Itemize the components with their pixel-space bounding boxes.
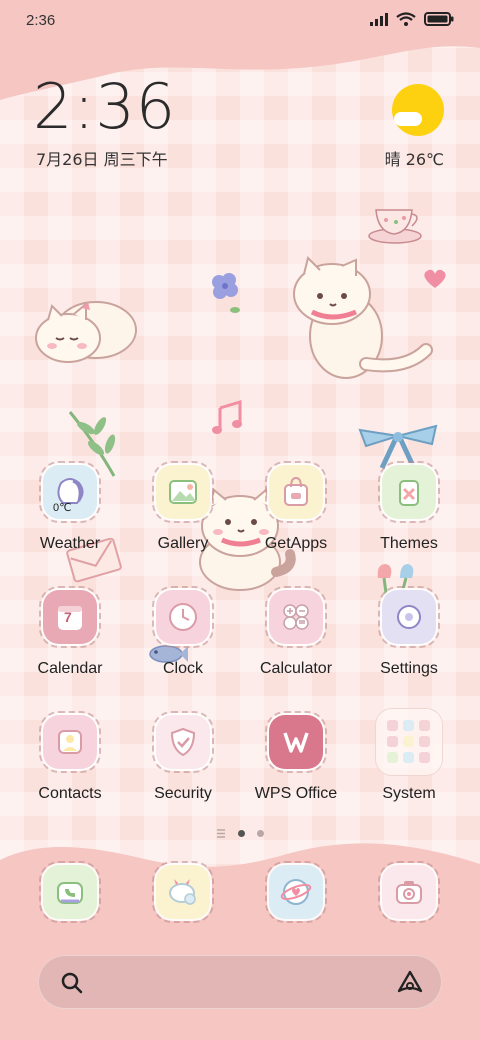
app-label-wps-office: WPS Office — [254, 785, 338, 802]
weather-widget[interactable]: 晴 26℃ — [384, 82, 444, 169]
cloud-icon — [394, 112, 422, 126]
clock-app-icon[interactable] — [152, 586, 214, 648]
status-icons — [370, 12, 454, 26]
shopping-bag-icon — [284, 476, 308, 506]
app-themes[interactable]: Themes — [354, 461, 464, 575]
getapps-app-icon[interactable] — [265, 461, 327, 523]
shield-icon — [170, 727, 196, 757]
clock-widget-date[interactable]: 7月26日 周三下午 — [36, 146, 168, 170]
teacup-decoration — [368, 209, 422, 244]
app-gallery[interactable]: Gallery — [128, 461, 238, 575]
app-calculator[interactable]: Calculator — [241, 586, 351, 700]
themes-app-icon[interactable] — [378, 461, 440, 523]
app-settings[interactable]: Settings — [354, 586, 464, 700]
status-bar: 2:36 — [0, 0, 480, 42]
security-app-icon[interactable] — [152, 711, 214, 773]
app-security[interactable]: Security — [128, 711, 238, 825]
wps-logo-icon — [283, 732, 309, 753]
music-note-decoration — [212, 400, 242, 434]
page-dot-2[interactable] — [257, 830, 264, 837]
sun-icon — [392, 84, 444, 136]
calculator-app-icon[interactable] — [265, 586, 327, 648]
clock-icon — [169, 603, 197, 631]
flower-decoration — [212, 273, 240, 313]
system-folder-icon[interactable] — [376, 709, 442, 775]
app-label-settings: Settings — [380, 660, 438, 677]
battery-icon — [424, 12, 454, 26]
app-label-getapps: GetApps — [264, 535, 328, 552]
calculator-icon — [283, 604, 309, 630]
wifi-icon — [396, 12, 416, 26]
app-system-folder[interactable]: System — [354, 709, 464, 825]
assistant-icon[interactable] — [396, 969, 424, 995]
app-label-system: System — [382, 785, 436, 802]
weather-app-temp-badge: 0℃ — [53, 502, 72, 514]
status-time: 2:36 — [26, 12, 56, 29]
calendar-app-icon[interactable]: 7 — [39, 586, 101, 648]
app-label-weather: Weather — [39, 535, 101, 552]
app-label-clock: Clock — [162, 660, 203, 677]
weather-app-icon[interactable]: 0℃ — [39, 461, 101, 523]
signal-icon — [370, 12, 388, 26]
app-label-contacts: Contacts — [38, 785, 102, 802]
app-wps-office[interactable]: WPS Office — [241, 711, 351, 825]
app-label-gallery: Gallery — [157, 535, 209, 552]
globe-icon — [280, 879, 312, 905]
calendar-day-badge: 7 — [64, 609, 72, 625]
chat-bubble-icon — [169, 879, 196, 905]
app-getapps[interactable]: GetApps — [241, 461, 351, 575]
search-bar[interactable] — [38, 955, 442, 1009]
gallery-app-icon[interactable] — [152, 461, 214, 523]
browser-app-icon[interactable] — [265, 861, 327, 923]
clock-widget-time[interactable]: 2:36 — [33, 76, 176, 138]
menu-lines-icon[interactable] — [216, 829, 226, 838]
contacts-app-icon[interactable] — [39, 711, 101, 773]
ribbon-bow-decoration — [358, 424, 438, 470]
weather-condition-temp: 晴 26℃ — [384, 150, 444, 169]
camera-icon — [396, 881, 422, 904]
page-dot-1[interactable] — [238, 830, 245, 837]
brush-icon — [399, 480, 419, 506]
camera-app-icon[interactable] — [378, 861, 440, 923]
photo-icon — [169, 480, 197, 504]
app-label-calendar: Calendar — [37, 660, 103, 677]
phone-icon — [57, 882, 83, 904]
wps-office-app-icon[interactable] — [265, 711, 327, 773]
settings-app-icon[interactable] — [378, 586, 440, 648]
page-indicator[interactable] — [0, 829, 480, 838]
gear-icon — [397, 605, 421, 629]
app-weather[interactable]: 0℃ Weather — [15, 461, 125, 575]
app-clock[interactable]: Clock — [128, 586, 238, 700]
app-label-themes: Themes — [380, 535, 438, 552]
app-label-calculator: Calculator — [259, 660, 333, 677]
stretching-cat-decoration — [293, 256, 433, 379]
app-calendar[interactable]: 7 Calendar — [15, 586, 125, 700]
sleeping-cat-decoration — [35, 301, 137, 363]
app-label-security: Security — [154, 785, 212, 802]
search-icon[interactable] — [60, 971, 84, 995]
person-icon — [58, 730, 82, 754]
folder-grid-icon — [387, 720, 430, 763]
messages-app-icon[interactable] — [152, 861, 214, 923]
phone-app-icon[interactable] — [39, 861, 101, 923]
app-contacts[interactable]: Contacts — [15, 711, 125, 825]
